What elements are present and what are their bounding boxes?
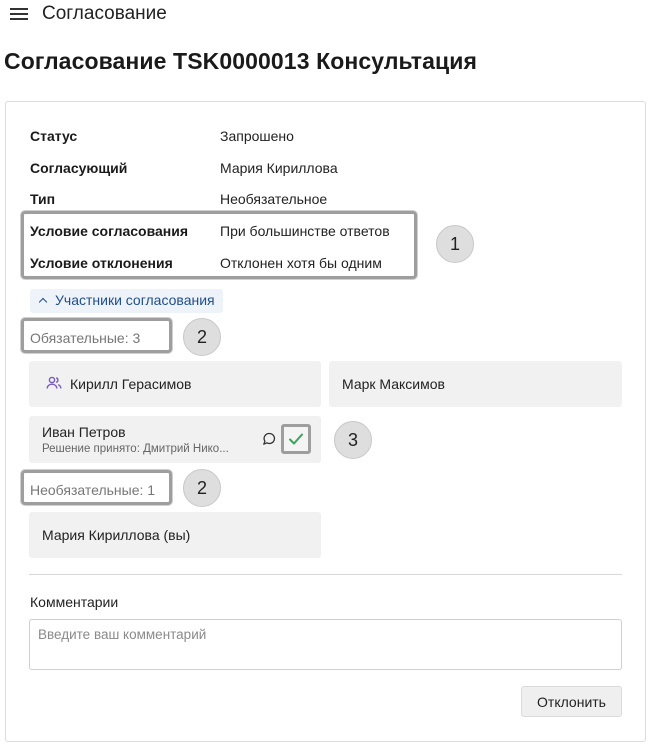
optional-count-label: Необязательные: 1	[30, 482, 156, 498]
top-bar: Согласование	[0, 0, 650, 30]
chevron-up-icon	[38, 297, 48, 307]
reject-button[interactable]: Отклонить	[521, 686, 622, 717]
required-count-label: Обязательные: 3	[30, 330, 141, 346]
approval-condition-value: При большинстве ответов	[220, 223, 390, 239]
type-value: Необязательное	[220, 191, 328, 207]
check-icon	[289, 433, 303, 445]
type-label: Тип	[30, 191, 56, 207]
app-title: Согласование	[42, 3, 167, 24]
approver-value: Мария Кириллова	[220, 160, 338, 176]
hamburger-menu-icon[interactable]	[10, 7, 28, 21]
page-title: Согласование TSK0000013 Консультация	[4, 48, 478, 74]
participant-name: Иван Петров	[42, 424, 126, 440]
annotation-marker-3: 3	[334, 421, 372, 459]
participant-name: Марк Максимов	[342, 376, 445, 392]
rejection-condition-label: Условие отклонения	[30, 255, 173, 271]
participant-decision-status: Решение принято: Дмитрий Нико...	[42, 443, 229, 455]
people-group-icon	[46, 376, 62, 389]
annotation-marker-2b: 2	[183, 469, 221, 507]
participant-tile-maria[interactable]: Мария Кириллова (вы)	[29, 512, 321, 558]
section-divider	[29, 574, 622, 575]
participants-toggle-button[interactable]: Участники согласования	[30, 289, 223, 313]
annotation-marker-2a: 2	[183, 318, 221, 356]
approval-condition-label: Условие согласования	[30, 223, 189, 239]
rejection-condition-value: Отклонен хотя бы одним	[220, 255, 382, 271]
participant-tile-mark[interactable]: Марк Максимов	[329, 361, 622, 407]
participant-name: Мария Кириллова (вы)	[42, 527, 191, 543]
status-label: Статус	[30, 128, 78, 144]
participant-tile-ivan[interactable]: Иван Петров Решение принято: Дмитрий Ник…	[29, 416, 321, 463]
participant-tile-kirill[interactable]: Кирилл Герасимов	[29, 361, 321, 407]
approver-label: Согласующий	[30, 160, 128, 176]
comment-input[interactable]	[29, 619, 622, 670]
approved-check-button[interactable]	[281, 424, 311, 454]
comment-bubble-icon[interactable]	[262, 432, 276, 446]
annotation-marker-1: 1	[436, 225, 474, 263]
participants-toggle-label: Участники согласования	[55, 292, 215, 308]
status-value: Запрошено	[220, 128, 294, 144]
comments-label: Комментарии	[30, 594, 119, 610]
participant-name: Кирилл Герасимов	[70, 376, 192, 392]
